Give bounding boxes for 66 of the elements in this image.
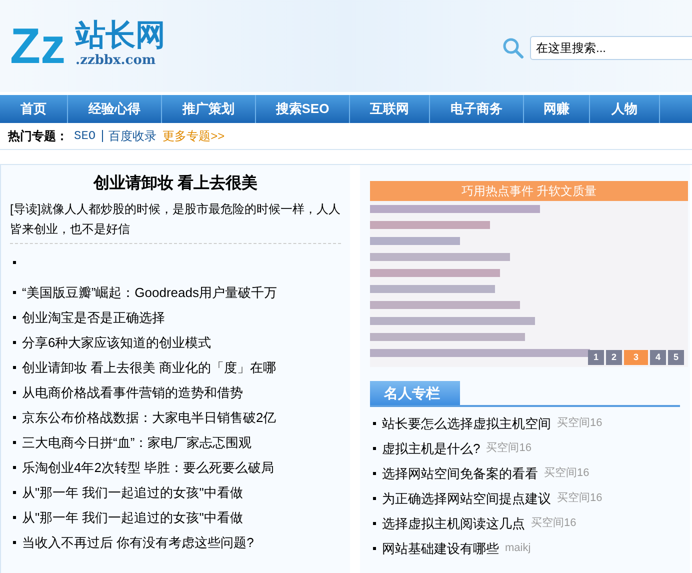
more-topics-link[interactable]: 更多专题>> <box>162 127 225 145</box>
nav-link[interactable]: 电子商务 <box>430 95 524 123</box>
bullet-icon <box>373 547 376 550</box>
article-link[interactable]: 京东公布价格战数据：大家电半日销售破2亿 <box>22 408 276 428</box>
page-button[interactable]: 2 <box>606 350 622 365</box>
bullet-icon <box>13 491 16 494</box>
bullet-icon <box>13 391 16 394</box>
article-link[interactable]: 分享6种大家应该知道的创业模式 <box>22 332 212 352</box>
summary-text: [导读]就像人人都炒股的时候，是股市最危险的时候一样，人人皆来创业，也不是好信 <box>10 199 341 244</box>
bullet-icon <box>373 522 376 525</box>
article-link[interactable]: 站长要怎么选择虚拟主机空间 <box>382 414 551 434</box>
logo-domain: .zzbbx.com <box>76 52 157 70</box>
hot-topics-label: 热门专题： <box>8 128 68 145</box>
nav-link[interactable]: 搜索SEO <box>256 95 350 123</box>
bullet-icon <box>13 541 16 544</box>
author-name[interactable]: 买空间16 <box>544 465 590 482</box>
slide-caption[interactable]: 巧用热点事件 升软文质量 <box>370 181 688 201</box>
author-name[interactable]: 买空间16 <box>531 515 576 532</box>
logo-name: 站长网 <box>76 21 166 52</box>
headline[interactable]: 创业请卸妆 看上去很美 <box>10 171 341 197</box>
article-link[interactable]: 为正确选择网站空间提点建议 <box>382 488 551 508</box>
bullet-icon <box>13 516 16 519</box>
article-link[interactable]: 乐淘创业4年2次转型 毕胜：要么死要么破局 <box>22 458 274 478</box>
nav-link[interactable]: 首页 <box>0 95 68 123</box>
article-link[interactable]: 选择虚拟主机阅读这几点 <box>382 514 525 534</box>
bullet-icon <box>13 260 16 264</box>
bullet-icon <box>373 447 376 450</box>
bullet-icon <box>13 466 16 469</box>
article-link[interactable]: 从"那一年 我们一起追过的女孩"中看做 <box>22 482 243 502</box>
nav-link[interactable]: 人物 <box>590 95 660 123</box>
bullet-icon <box>13 316 16 319</box>
article-link[interactable]: 网站基础建设有哪些 <box>382 538 499 558</box>
search-icon[interactable] <box>502 37 524 59</box>
article-link[interactable]: 从"那一年 我们一起追过的女孩"中看做 <box>22 508 243 528</box>
search-field[interactable]: 在这里搜索... <box>530 36 692 60</box>
nav-link[interactable]: 推广策划 <box>162 95 256 123</box>
bullet-icon <box>13 441 16 444</box>
article-link[interactable]: 从电商价格战看事件营销的造势和借势 <box>22 382 243 402</box>
author-name[interactable]: 买空间16 <box>557 415 602 432</box>
nav-link[interactable]: 网赚 <box>524 95 590 123</box>
nav-link[interactable]: 互联网 <box>350 95 430 123</box>
page-button[interactable]: 3 <box>624 350 648 365</box>
logo-mark: Zz <box>10 21 67 71</box>
author-name[interactable]: maikj <box>505 540 531 557</box>
page-button[interactable]: 1 <box>588 350 604 365</box>
article-link[interactable]: 虚拟主机是什么? <box>382 438 480 458</box>
bullet-icon <box>13 366 16 369</box>
bullet-icon <box>13 341 16 344</box>
author-name[interactable]: 买空间16 <box>486 440 532 457</box>
bullet-icon <box>13 291 16 294</box>
page-button[interactable]: 4 <box>650 350 666 365</box>
article-link[interactable]: 创业淘宝是否是正确选择 <box>22 308 165 328</box>
nav-link[interactable]: 经验心得 <box>68 95 162 123</box>
bullet-icon <box>373 497 376 500</box>
article-link[interactable]: 三大电商今日拼“血”：家电厂家忐忑围观 <box>22 432 252 452</box>
bullet-icon <box>373 472 376 475</box>
article-link[interactable]: 选择网站空间免备案的看看 <box>382 464 538 484</box>
bullet-icon <box>373 422 376 425</box>
article-link[interactable]: 创业请卸妆 看上去很美 商业化的「度」在哪 <box>22 358 276 378</box>
article-link[interactable]: “美国版豆瓣”崛起：Goodreads用户量破千万 <box>22 282 277 302</box>
article-link[interactable]: 当收入不再过后 你有没有考虑这些问题? <box>22 532 254 552</box>
author-name[interactable]: 买空间16 <box>557 490 602 507</box>
topic-link[interactable]: 百度收录 <box>108 127 157 145</box>
page-button[interactable]: 5 <box>668 350 684 365</box>
bullet-icon <box>13 416 16 419</box>
topic-link[interactable]: SEO <box>74 127 96 145</box>
